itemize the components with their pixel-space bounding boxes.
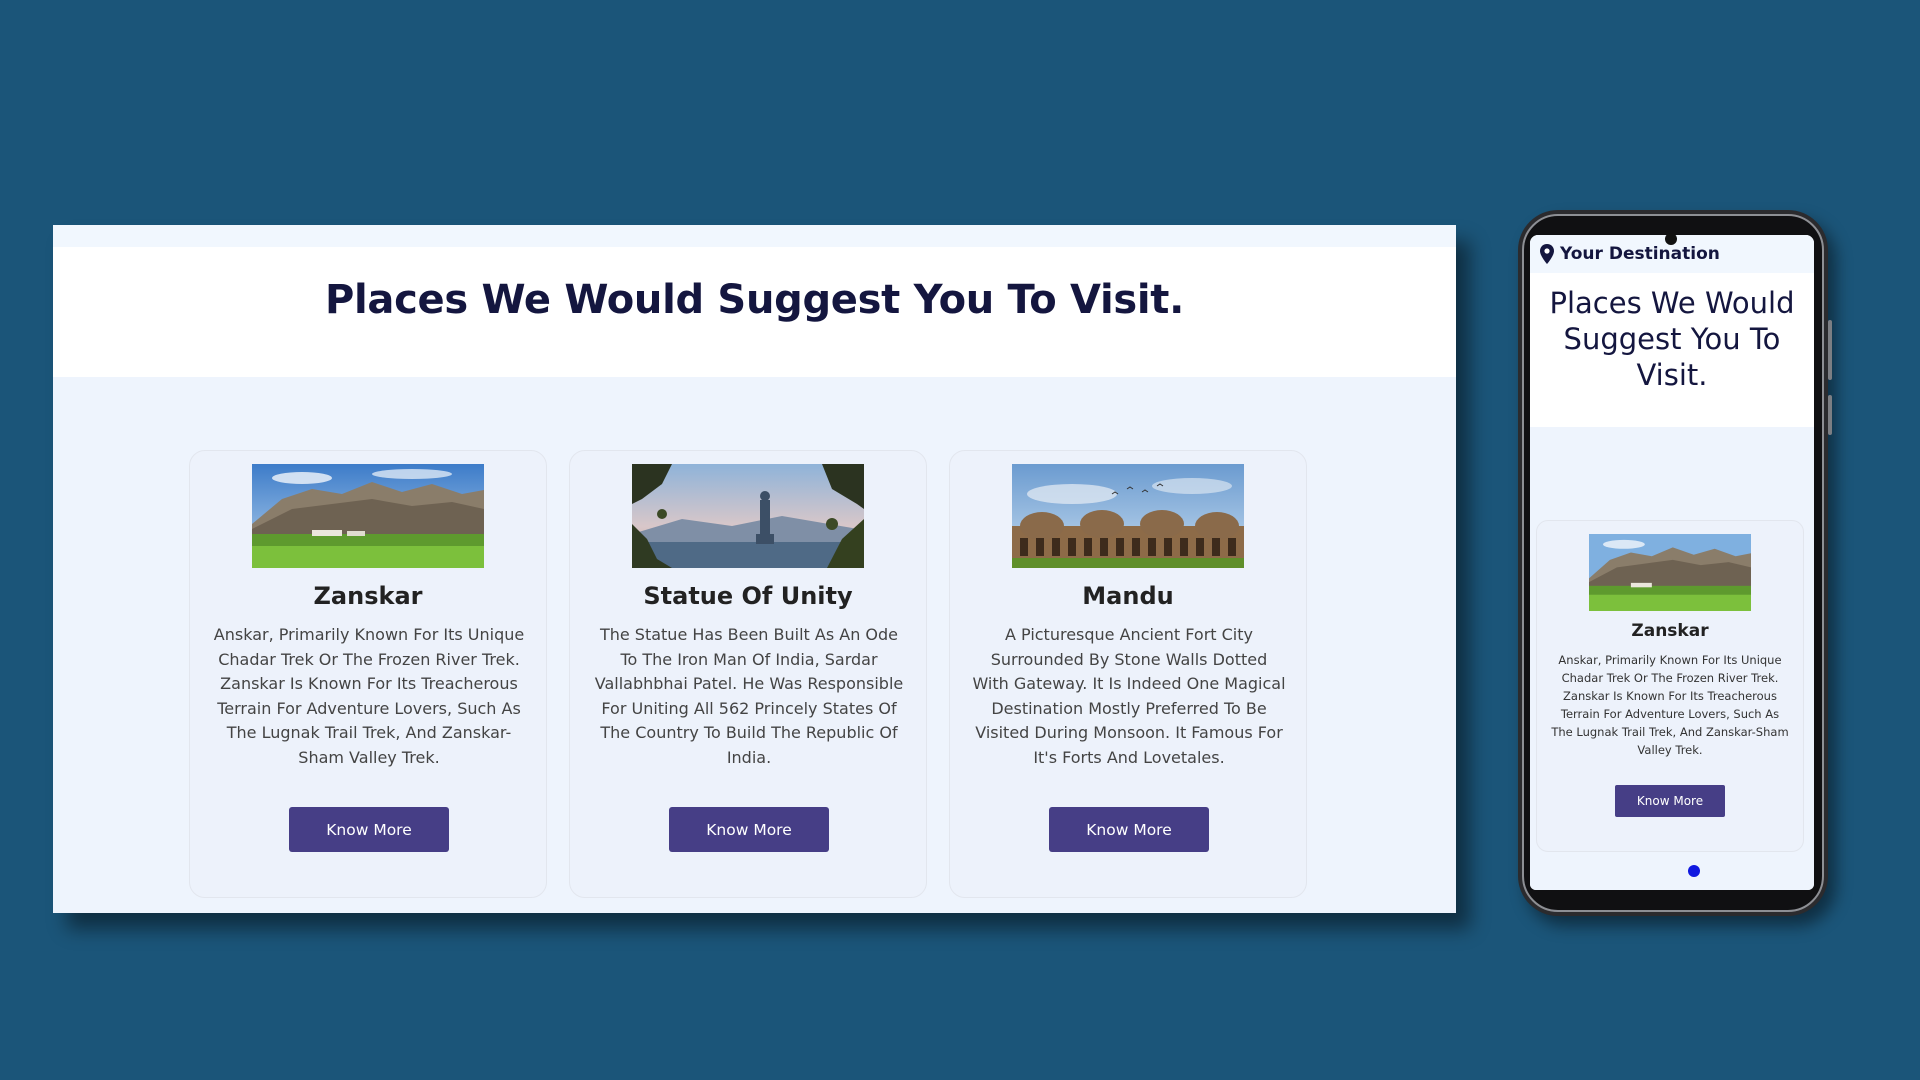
carousel-dot[interactable] xyxy=(1688,865,1700,877)
section-title: Places We Would Suggest You To Visit. xyxy=(324,277,1185,323)
phone-volume-button xyxy=(1828,320,1832,380)
card-title: Zanskar xyxy=(1631,621,1709,641)
phone-mockup: Your Destination Places We Would Suggest… xyxy=(1518,210,1832,916)
card-description: A Picturesque Ancient Fort City Surround… xyxy=(972,625,1286,767)
brand-name[interactable]: Your Destination xyxy=(1560,244,1720,264)
phone-power-button xyxy=(1828,395,1832,435)
desktop-mockup: Places We Would Suggest You To Visit. Za… xyxy=(53,225,1456,913)
know-more-button[interactable]: Know More xyxy=(1615,785,1725,817)
destination-card-zanskar: Zanskar Anskar, Primarily Known For Its … xyxy=(189,450,547,898)
statue-of-unity-image xyxy=(632,464,864,568)
card-description: Anskar, Primarily Known For Its Unique C… xyxy=(213,625,525,767)
card-title: Zanskar xyxy=(313,582,423,610)
location-pin-icon xyxy=(1540,244,1554,264)
phone-screen: Your Destination Places We Would Suggest… xyxy=(1530,235,1814,890)
destination-card-mandu: Mandu A Picturesque Ancient Fort City Su… xyxy=(949,450,1307,898)
top-strip xyxy=(53,225,1456,247)
know-more-button[interactable]: Know More xyxy=(1049,807,1209,852)
mandu-image xyxy=(1012,464,1244,568)
destination-card-statue-of-unity: Statue Of Unity The Statue Has Been Buil… xyxy=(569,450,927,898)
mobile-destination-card-zanskar: Zanskar Anskar, Primarily Known For Its … xyxy=(1536,520,1804,852)
card-description: The Statue Has Been Built As An Ode To T… xyxy=(594,625,904,767)
card-title: Statue Of Unity xyxy=(643,582,853,610)
section-header: Places We Would Suggest You To Visit. xyxy=(53,247,1456,377)
card-title: Mandu xyxy=(1082,582,1174,610)
know-more-button[interactable]: Know More xyxy=(669,807,829,852)
know-more-button[interactable]: Know More xyxy=(289,807,449,852)
camera-icon xyxy=(1665,233,1677,245)
mobile-section-title: Places We Would Suggest You To Visit. xyxy=(1549,286,1795,392)
zanskar-image xyxy=(252,464,484,568)
card-description: Anskar, Primarily Known For Its Unique C… xyxy=(1551,653,1789,757)
zanskar-image xyxy=(1589,534,1751,611)
